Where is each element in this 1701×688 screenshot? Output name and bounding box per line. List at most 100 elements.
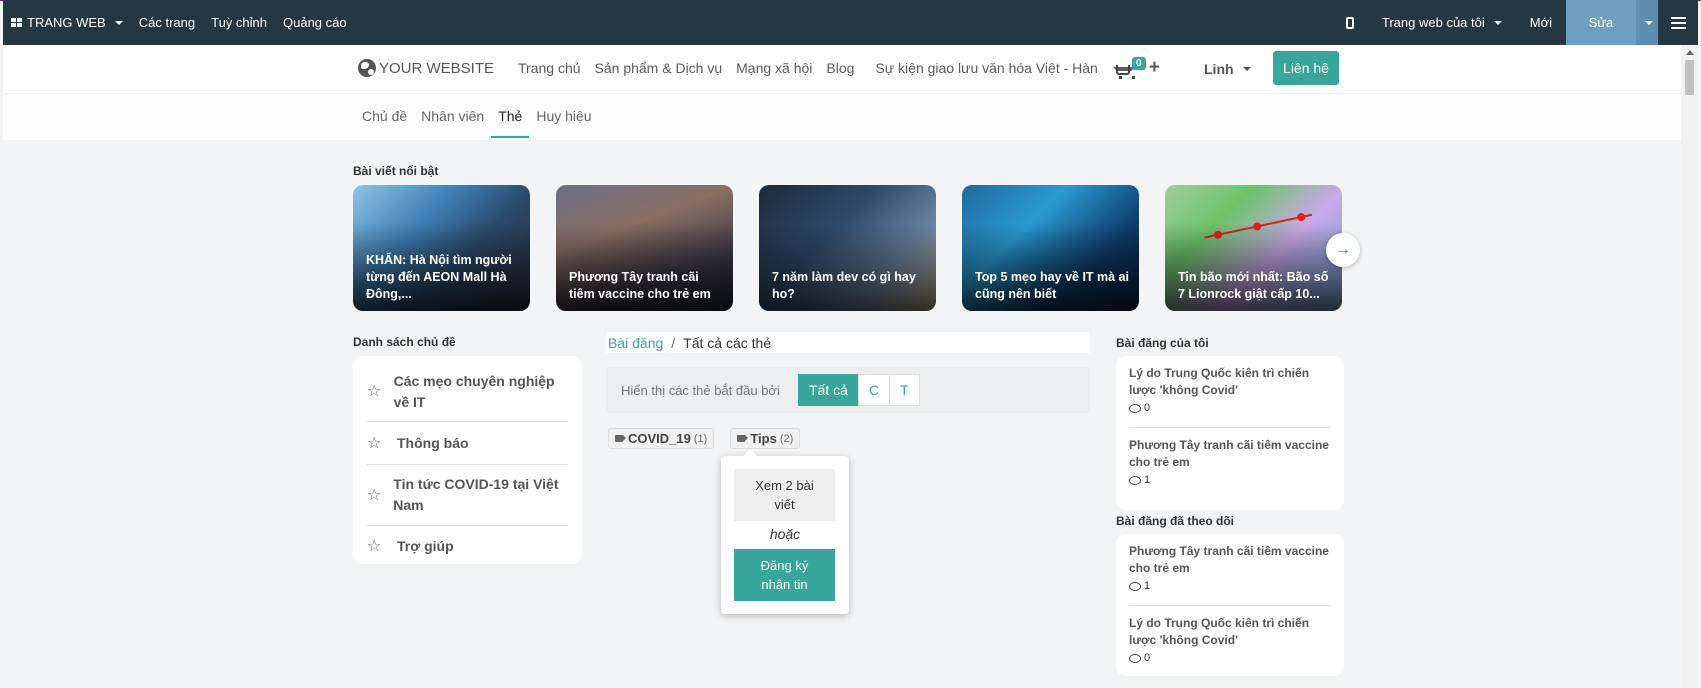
view-posts-button[interactable]: Xem 2 bài viết	[734, 469, 835, 521]
user-name: Linh	[1204, 61, 1234, 77]
popover-or-text: hoặc	[769, 526, 801, 542]
breadcrumb-posts-link[interactable]: Bài đăng	[608, 335, 663, 351]
menu-pages[interactable]: Các trang	[131, 0, 203, 45]
edit-dropdown-toggle[interactable]	[1636, 0, 1658, 45]
topic-item-label: Thông báo	[397, 434, 469, 451]
comment-count: 0	[1144, 402, 1151, 414]
star-icon[interactable]: ☆	[367, 433, 397, 454]
followed-posts-list: Phương Tây tranh cãi tiêm vaccine cho tr…	[1116, 534, 1344, 676]
hamburger-menu-icon[interactable]	[1658, 0, 1698, 45]
tag-tips[interactable]: Tips (2)	[730, 428, 801, 449]
star-icon[interactable]: ☆	[367, 381, 394, 402]
topic-item[interactable]: ☆ Tin tức COVID-19 tại Việt Nam	[367, 465, 568, 526]
menu-promote[interactable]: Quảng cáo	[275, 0, 355, 45]
topics-title: Danh sách chủ đề	[353, 335, 456, 349]
tag-icon	[737, 435, 749, 442]
site-header: YOUR WEBSITE Trang chủ Sản phẩm & Dịch v…	[3, 45, 1681, 94]
post-comments: 1	[1129, 474, 1331, 486]
filter-c-button[interactable]: C	[857, 374, 891, 406]
topic-item-label: Tin tức COVID-19 tại Việt Nam	[393, 476, 559, 513]
comment-count: 1	[1144, 580, 1151, 592]
carousel-next-arrow-icon[interactable]: →	[1326, 233, 1360, 267]
tab-badges[interactable]: Huy hiệu	[529, 108, 598, 138]
subscribe-button[interactable]: Đăng ký nhận tin	[734, 549, 835, 601]
breadcrumb: Bài đăng / Tất cả các thẻ	[606, 332, 1090, 353]
globe-icon	[358, 59, 376, 77]
mobile-preview-button[interactable]	[1332, 0, 1368, 45]
tag-name: Tips	[750, 431, 777, 446]
list-item[interactable]: Phương Tây tranh cãi tiêm vaccine cho tr…	[1129, 428, 1331, 498]
star-icon[interactable]: ☆	[367, 536, 397, 557]
filter-all-button[interactable]: Tất cả	[798, 374, 859, 406]
featured-card-title: Tin bão mới nhất: Bão số 7 Lionrock giật…	[1178, 270, 1329, 301]
nav-home[interactable]: Trang chủ	[511, 60, 588, 76]
star-icon[interactable]: ☆	[367, 485, 393, 506]
tag-filter-bar: Hiển thị các thẻ bắt đầu bởi Tất cả C T	[606, 367, 1090, 413]
filter-t-button[interactable]: T	[889, 374, 920, 406]
topic-item[interactable]: ☆ Các mẹo chuyên nghiệp về IT	[367, 362, 568, 422]
nav-blog[interactable]: Blog	[819, 60, 861, 76]
apps-grid-icon	[11, 18, 22, 27]
mobile-phone-icon	[1345, 16, 1354, 29]
featured-card[interactable]: Phương Tây tranh cãi tiêm vaccine cho tr…	[556, 185, 733, 311]
post-title[interactable]: Phương Tây tranh cãi tiêm vaccine cho tr…	[1129, 437, 1331, 471]
apps-menu[interactable]: TRANG WEB	[3, 0, 131, 45]
caret-down-icon	[114, 20, 123, 25]
post-title[interactable]: Lý do Trung Quốc kiên trì chiến lược 'kh…	[1129, 365, 1331, 399]
comment-count: 0	[1144, 652, 1151, 664]
comment-icon	[1129, 581, 1141, 591]
post-comments: 0	[1129, 402, 1331, 414]
tag-list: COVID_19 (1) Tips (2)	[608, 428, 801, 449]
caret-down-icon	[1645, 20, 1653, 25]
tag-filter-label: Hiển thị các thẻ bắt đầu bởi	[621, 383, 780, 398]
scroll-up-icon[interactable]	[1686, 50, 1694, 55]
add-menu-item-icon[interactable]: +	[1142, 58, 1167, 77]
user-menu[interactable]: Linh	[1204, 61, 1251, 77]
website-switcher[interactable]: Trang web của tôi	[1368, 0, 1516, 45]
contact-button[interactable]: Liên hệ	[1273, 51, 1339, 85]
featured-card-title: Top 5 mẹo hay về IT mà ai cũng nên biết	[975, 270, 1129, 301]
tag-covid19[interactable]: COVID_19 (1)	[608, 428, 715, 449]
topics-list: ☆ Các mẹo chuyên nghiệp về IT ☆ Thông bá…	[353, 356, 582, 564]
tag-count: (1)	[693, 432, 708, 445]
followed-posts-title: Bài đăng đã theo dõi	[1116, 514, 1235, 528]
breadcrumb-separator: /	[671, 334, 676, 351]
cart-link[interactable]: 0	[1116, 57, 1146, 79]
new-button[interactable]: Mới	[1516, 0, 1566, 45]
forum-subnav: Chủ đề Nhân viên Thẻ Huy hiệu	[3, 94, 1681, 140]
topic-item[interactable]: ☆ Trợ giúp	[367, 526, 568, 566]
topic-item-label: Các mẹo chuyên nghiệp về IT	[393, 372, 555, 410]
breadcrumb-current: Tất cả các thẻ	[683, 334, 772, 351]
nav-events-label: Sự kiện giao lưu văn hóa Việt - Hàn	[875, 60, 1098, 76]
tab-users[interactable]: Nhân viên	[414, 108, 491, 138]
tag-count: (2)	[779, 432, 794, 445]
featured-carousel: KHẨN: Hà Nội tìm người từng đến AEON Mal…	[353, 185, 1342, 311]
tab-tags[interactable]: Thẻ	[491, 108, 530, 138]
list-item[interactable]: Lý do Trung Quốc kiên trì chiến lược 'kh…	[1129, 606, 1331, 676]
site-logo[interactable]: YOUR WEBSITE	[358, 59, 494, 77]
caret-down-icon	[1493, 20, 1502, 25]
featured-card[interactable]: 7 năm làm dev có gì hay ho?	[759, 185, 936, 311]
tab-topics[interactable]: Chủ đề	[355, 108, 414, 138]
tag-name: COVID_19	[628, 431, 691, 446]
topic-item[interactable]: ☆ Thông báo	[367, 422, 568, 465]
featured-card[interactable]: KHẨN: Hà Nội tìm người từng đến AEON Mal…	[353, 185, 530, 311]
list-item[interactable]: Lý do Trung Quốc kiên trì chiến lược 'kh…	[1129, 356, 1331, 428]
my-posts-title: Bài đăng của tôi	[1116, 336, 1209, 350]
edit-button[interactable]: Sửa	[1566, 0, 1636, 45]
list-item[interactable]: Phương Tây tranh cãi tiêm vaccine cho tr…	[1129, 534, 1331, 606]
comment-icon	[1129, 653, 1141, 663]
post-title[interactable]: Phương Tây tranh cãi tiêm vaccine cho tr…	[1129, 543, 1331, 577]
nav-social[interactable]: Mạng xã hội	[729, 60, 819, 76]
scrollbar-thumb[interactable]	[1685, 60, 1694, 95]
post-title[interactable]: Lý do Trung Quốc kiên trì chiến lược 'kh…	[1129, 615, 1331, 649]
page-scrollbar[interactable]	[1681, 45, 1698, 688]
tag-filter-buttons: Tất cả C T	[798, 374, 920, 406]
caret-down-icon	[1242, 67, 1251, 71]
nav-events[interactable]: Sự kiện giao lưu văn hóa Việt - Hàn	[861, 60, 1141, 76]
post-comments: 1	[1129, 580, 1331, 592]
featured-card[interactable]: Tin bão mới nhất: Bão số 7 Lionrock giật…	[1165, 185, 1342, 311]
nav-products-services[interactable]: Sản phẩm & Dịch vụ	[588, 60, 730, 76]
menu-customize[interactable]: Tuỳ chỉnh	[203, 0, 275, 45]
featured-card[interactable]: Top 5 mẹo hay về IT mà ai cũng nên biết	[962, 185, 1139, 311]
